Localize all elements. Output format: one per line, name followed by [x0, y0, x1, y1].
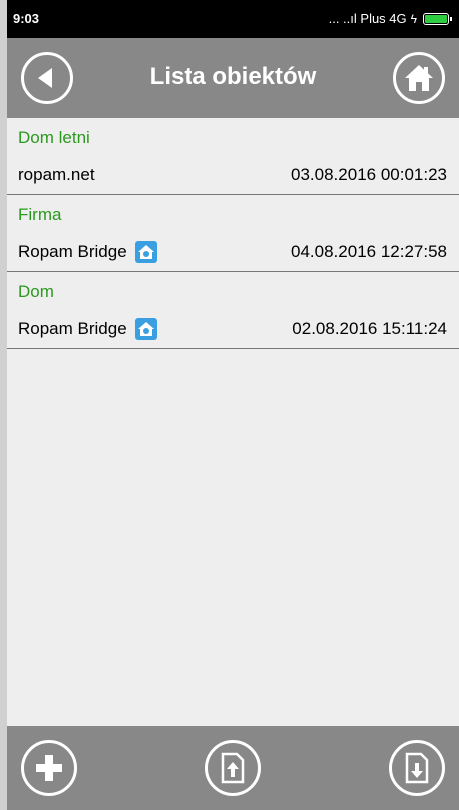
object-name: Ropam Bridge	[18, 319, 127, 338]
object-name: ropam.net	[18, 165, 95, 184]
object-name: Ropam Bridge	[18, 242, 127, 261]
ropam-bridge-icon	[134, 241, 157, 263]
import-button[interactable]	[205, 740, 261, 796]
home-icon	[405, 65, 433, 91]
group-header: Dom letni	[18, 128, 90, 147]
bottom-toolbar	[7, 726, 459, 810]
charging-icon: ϟ	[410, 11, 417, 26]
object-date: 02.08.2016 15:11:24	[292, 319, 447, 338]
ropam-bridge-icon	[134, 318, 157, 340]
group-header: Dom	[18, 282, 54, 301]
status-bar: 9:03 ... ..ıl Plus 4G ϟ	[7, 0, 459, 38]
add-object-button[interactable]	[21, 740, 77, 796]
object-date: 04.08.2016 12:27:58	[291, 242, 447, 261]
object-list: Dom letni ropam.net 03.08.2016 00:01:23 …	[7, 118, 459, 349]
carrier-label: ... ..ıl Plus 4G	[328, 11, 407, 26]
add-icon	[36, 755, 62, 781]
list-item[interactable]: ropam.net 03.08.2016 00:01:23	[7, 156, 459, 195]
export-button[interactable]	[389, 740, 445, 796]
title-bar: Lista obiektów	[7, 38, 459, 118]
page-title: Lista obiektów	[149, 63, 317, 90]
upload-file-icon	[221, 752, 245, 784]
object-date: 03.08.2016 00:01:23	[291, 165, 447, 184]
home-button[interactable]	[393, 52, 445, 104]
status-time: 9:03	[13, 11, 40, 26]
list-item[interactable]: Ropam Bridge 04.08.2016 12:27:58	[7, 233, 459, 272]
download-file-icon	[405, 752, 429, 784]
battery-icon	[423, 12, 452, 25]
list-item[interactable]: Ropam Bridge 02.08.2016 15:11:24	[7, 310, 459, 349]
status-indicators: ... ..ıl Plus 4G ϟ	[328, 11, 452, 26]
app-screen: 9:03 ... ..ıl Plus 4G ϟ Lista obiektów D…	[7, 0, 459, 810]
group-header: Firma	[18, 205, 62, 224]
